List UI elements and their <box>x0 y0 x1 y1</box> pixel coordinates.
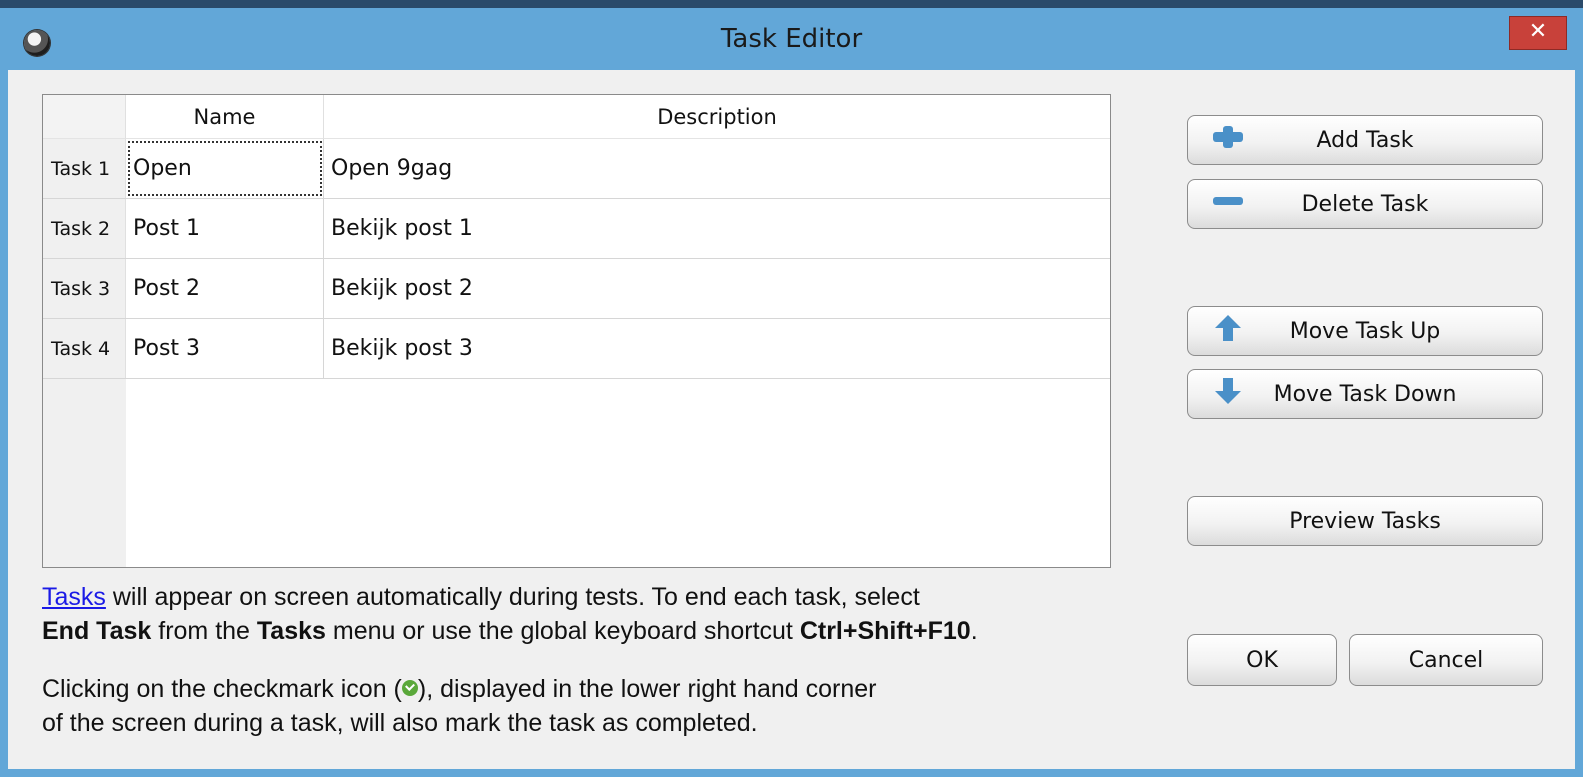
cancel-label: Cancel <box>1408 647 1484 673</box>
row-header[interactable]: Task 2 <box>43 199 126 258</box>
description-cell[interactable]: Bekijk post 2 <box>324 259 1110 318</box>
row-header[interactable]: Task 3 <box>43 259 126 318</box>
row-header[interactable]: Task 4 <box>43 319 126 378</box>
desktop-strip <box>0 0 1583 8</box>
end-task-text: End Task <box>42 617 152 645</box>
delete-task-button[interactable]: Delete Task <box>1187 179 1543 229</box>
checkmark-icon <box>401 680 418 697</box>
info-line-1: Tasks will appear on screen automaticall… <box>42 582 920 612</box>
info-line-3: Clicking on the checkmark icon ( ), displ… <box>42 674 876 704</box>
column-header-name[interactable]: Name <box>126 95 324 139</box>
task-table[interactable]: Name Description Task 1 Open Open 9gag T… <box>42 94 1111 568</box>
info-text: Clicking on the checkmark icon ( <box>42 675 402 703</box>
close-button[interactable]: ✕ <box>1509 16 1567 50</box>
tasks-menu-text: Tasks <box>256 617 326 645</box>
table-row[interactable]: Task 3 Post 2 Bekijk post 2 <box>43 259 1110 319</box>
move-task-down-label: Move Task Down <box>1273 381 1457 407</box>
add-task-label: Add Task <box>1316 127 1414 153</box>
name-cell[interactable]: Open <box>126 139 324 198</box>
info-text: from the <box>151 617 257 645</box>
row-header[interactable]: Task 1 <box>43 139 126 198</box>
column-header-description[interactable]: Description <box>324 95 1110 139</box>
ok-button[interactable]: OK <box>1187 634 1337 686</box>
description-cell[interactable]: Bekijk post 3 <box>324 319 1110 378</box>
preview-tasks-button[interactable]: Preview Tasks <box>1187 496 1543 546</box>
table-row[interactable]: Task 4 Post 3 Bekijk post 3 <box>43 319 1110 379</box>
info-text: menu or use the global keyboard shortcut <box>325 617 800 645</box>
title-bar[interactable]: Task Editor ✕ <box>0 8 1583 70</box>
description-cell[interactable]: Open 9gag <box>324 139 1110 198</box>
delete-task-label: Delete Task <box>1301 191 1429 217</box>
name-cell[interactable]: Post 1 <box>126 199 324 258</box>
window-title: Task Editor <box>720 24 863 54</box>
cancel-button[interactable]: Cancel <box>1349 634 1543 686</box>
info-text: . <box>970 617 978 645</box>
table-row[interactable]: Task 1 Open Open 9gag <box>43 139 1110 199</box>
info-line-4: of the screen during a task, will also m… <box>42 709 758 737</box>
description-cell[interactable]: Bekijk post 1 <box>324 199 1110 258</box>
table-corner <box>43 95 126 139</box>
move-task-down-button[interactable]: Move Task Down <box>1187 369 1543 419</box>
shortcut-text: Ctrl+Shift+F10 <box>799 617 971 645</box>
table-row[interactable]: Task 2 Post 1 Bekijk post 1 <box>43 199 1110 259</box>
ok-label: OK <box>1246 647 1278 673</box>
move-task-up-label: Move Task Up <box>1289 318 1441 344</box>
info-line-2: End Task from the Tasks menu or use the … <box>42 616 978 646</box>
add-task-button[interactable]: Add Task <box>1187 115 1543 165</box>
dialog-body: Name Description Task 1 Open Open 9gag T… <box>8 70 1575 769</box>
info-text: ), displayed in the lower right hand cor… <box>417 675 877 703</box>
task-editor-window: Task Editor ✕ Name Description Task 1 Op… <box>0 0 1583 777</box>
info-text: will appear on screen automatically duri… <box>105 583 920 611</box>
name-cell[interactable]: Post 3 <box>126 319 324 378</box>
preview-tasks-label: Preview Tasks <box>1289 508 1441 534</box>
move-task-up-button[interactable]: Move Task Up <box>1187 306 1543 356</box>
tasks-link[interactable]: Tasks <box>42 583 106 611</box>
name-cell[interactable]: Post 2 <box>126 259 324 318</box>
